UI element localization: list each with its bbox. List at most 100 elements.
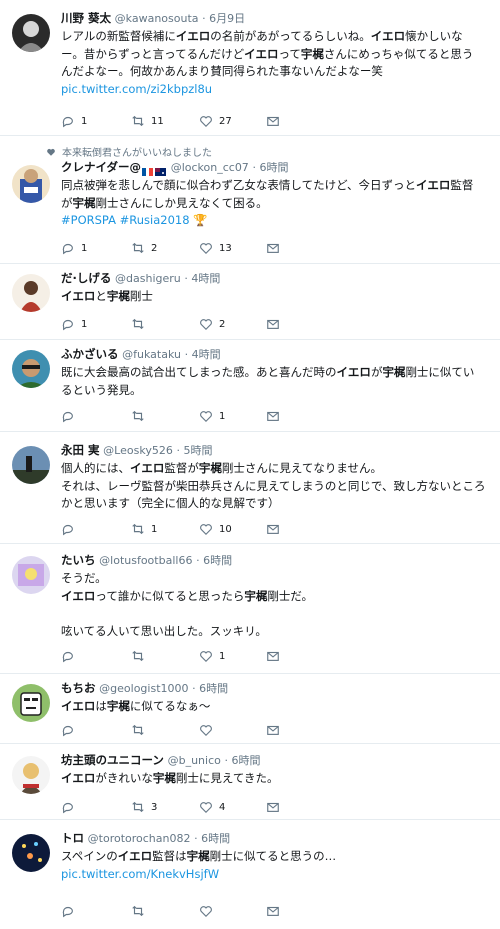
retweet-button[interactable]: 11 <box>131 113 164 129</box>
dm-button[interactable] <box>266 903 280 919</box>
retweet-icon <box>132 724 144 736</box>
retweet-button[interactable] <box>131 722 151 738</box>
retweet-button[interactable] <box>131 316 151 332</box>
reply-button[interactable]: 1 <box>61 113 87 129</box>
dm-button[interactable] <box>266 648 280 664</box>
highlighted-keyword: イエロ <box>117 849 153 863</box>
timestamp[interactable]: · 6時間 <box>194 832 230 845</box>
tweet[interactable]: ふかざいる @fukataku · 4時間 既に大会最高の試合出てしまった感。あ… <box>0 340 500 432</box>
retweet-button[interactable] <box>131 648 151 664</box>
user-handle[interactable]: @fukataku <box>122 348 181 361</box>
avatar[interactable] <box>12 14 50 52</box>
reply-button[interactable]: 1 <box>61 316 87 332</box>
timestamp[interactable]: · 6時間 <box>252 161 288 174</box>
tweet-line: んだよなー。何故かあんまり賛同得られた事ないんだよなー笑 <box>61 64 383 78</box>
reply-button[interactable] <box>61 903 81 919</box>
avatar[interactable] <box>12 756 50 794</box>
tweet-line: イエロは宇梶に似てるなぁ〜 <box>61 699 211 713</box>
like-button[interactable] <box>199 722 219 738</box>
reply-button[interactable] <box>61 648 81 664</box>
tweet[interactable]: もちお @geologist1000 · 6時間 イエロは宇梶に似てるなぁ〜 <box>0 674 500 744</box>
retweet-button[interactable]: 2 <box>131 240 157 256</box>
like-button[interactable]: 1 <box>199 648 225 664</box>
like-count: 4 <box>219 801 226 813</box>
avatar[interactable] <box>12 350 50 388</box>
display-name[interactable]: クレナイダー@ <box>61 160 141 174</box>
highlighted-keyword: 宇梶 <box>186 849 210 863</box>
user-handle[interactable]: @b_unico <box>168 754 221 767</box>
timestamp[interactable]: · 6時間 <box>192 682 228 695</box>
avatar[interactable] <box>12 834 50 872</box>
like-button[interactable] <box>199 903 219 919</box>
timestamp[interactable]: · 6時間 <box>196 554 232 567</box>
reply-button[interactable] <box>61 521 81 537</box>
like-button[interactable]: 13 <box>199 240 232 256</box>
reply-button[interactable] <box>61 799 81 815</box>
user-handle[interactable]: @kawanosouta <box>115 12 199 25</box>
timestamp[interactable]: · 6時間 <box>225 754 261 767</box>
tweet[interactable]: たいち @lotusfootball66 · 6時間 そうだ。 イエロって誰かに… <box>0 544 500 674</box>
tweet[interactable]: 川野 葵太 @kawanosouta · 6月9日 レアルの新監督候補にイエロの… <box>0 0 500 136</box>
display-name[interactable]: 坊主頭のユニコーン <box>61 753 164 767</box>
user-handle[interactable]: @Leosky526 <box>103 444 173 457</box>
avatar[interactable] <box>12 446 50 484</box>
display-name[interactable]: トロ <box>61 831 84 845</box>
tweet[interactable]: 坊主頭のユニコーン @b_unico · 6時間 イエロがきれいな宇梶剛士に見え… <box>0 744 500 820</box>
tweet[interactable]: だ·しげる @dashigeru · 4時間 イエロと宇梶剛士 1 2 <box>0 264 500 340</box>
display-name[interactable]: たいち <box>61 553 96 567</box>
dm-button[interactable] <box>266 113 280 129</box>
tweet-link[interactable]: pic.twitter.com/zi2kbpzl8u <box>61 81 492 99</box>
heart-icon <box>200 319 212 331</box>
tweet[interactable]: トロ @torotorochan082 · 6時間 スペインのイエロ監督は宇梶剛… <box>0 820 500 929</box>
australia-flag-icon <box>155 164 167 176</box>
reply-button[interactable]: 1 <box>61 240 87 256</box>
dm-button[interactable] <box>266 799 280 815</box>
like-button[interactable]: 2 <box>199 316 225 332</box>
tweet[interactable]: 永田 実 @Leosky526 · 5時間 個人的には、イエロ監督が宇梶剛士さん… <box>0 432 500 544</box>
hashtag-text[interactable]: #PORSPA #Rusia2018 <box>61 213 190 227</box>
display-name[interactable]: もちお <box>61 681 96 695</box>
dm-button[interactable] <box>266 722 280 738</box>
avatar[interactable] <box>12 556 50 594</box>
retweet-button[interactable]: 3 <box>131 799 157 815</box>
timestamp[interactable]: · 5時間 <box>176 444 212 457</box>
user-handle[interactable]: @torotorochan082 <box>88 832 191 845</box>
display-name[interactable]: 川野 葵太 <box>61 11 111 25</box>
like-button[interactable]: 1 <box>199 408 225 424</box>
hashtag-links[interactable]: #PORSPA #Rusia2018 🏆 <box>61 212 492 230</box>
retweet-button[interactable] <box>131 408 151 424</box>
timestamp[interactable]: · 4時間 <box>184 272 220 285</box>
avatar[interactable] <box>12 165 50 203</box>
user-handle[interactable]: @lotusfootball66 <box>99 554 192 567</box>
reply-button[interactable] <box>61 408 81 424</box>
timestamp[interactable]: · 6月9日 <box>202 12 245 25</box>
dm-button[interactable] <box>266 408 280 424</box>
tweet[interactable]: 本来転倒君さんがいいねしました クレナイダー@ @lockon_cc07 · 6… <box>0 136 500 264</box>
tweet-link[interactable]: pic.twitter.com/KnekvHsjfW <box>61 866 492 884</box>
like-button[interactable]: 10 <box>199 521 232 537</box>
envelope-icon <box>267 906 279 916</box>
display-name[interactable]: 永田 実 <box>61 443 100 457</box>
timestamp[interactable]: · 4時間 <box>185 348 221 361</box>
retweet-button[interactable]: 1 <box>131 521 157 537</box>
like-count: 2 <box>219 318 226 330</box>
retweet-button[interactable] <box>131 903 151 919</box>
heart-icon <box>200 651 212 663</box>
avatar[interactable] <box>12 684 50 722</box>
user-handle[interactable]: @dashigeru <box>115 272 181 285</box>
display-name[interactable]: だ·しげる <box>61 271 111 285</box>
dm-button[interactable] <box>266 521 280 537</box>
liked-by-text[interactable]: 本来転倒君さんがいいねしました <box>62 144 212 159</box>
user-handle[interactable]: @geologist1000 <box>99 682 188 695</box>
user-handle[interactable]: @lockon_cc07 <box>171 161 249 174</box>
reply-button[interactable] <box>61 722 81 738</box>
like-button[interactable]: 4 <box>199 799 225 815</box>
dm-button[interactable] <box>266 316 280 332</box>
heart-icon <box>200 243 212 255</box>
reply-icon <box>62 906 73 918</box>
dm-button[interactable] <box>266 240 280 256</box>
tweet-text: レアルの新監督候補にイエロの名前があがってるらしいね。イエロ懐かしいな ー。昔か… <box>61 28 492 81</box>
display-name[interactable]: ふかざいる <box>61 347 119 361</box>
like-button[interactable]: 27 <box>199 113 232 129</box>
avatar[interactable] <box>12 274 50 312</box>
